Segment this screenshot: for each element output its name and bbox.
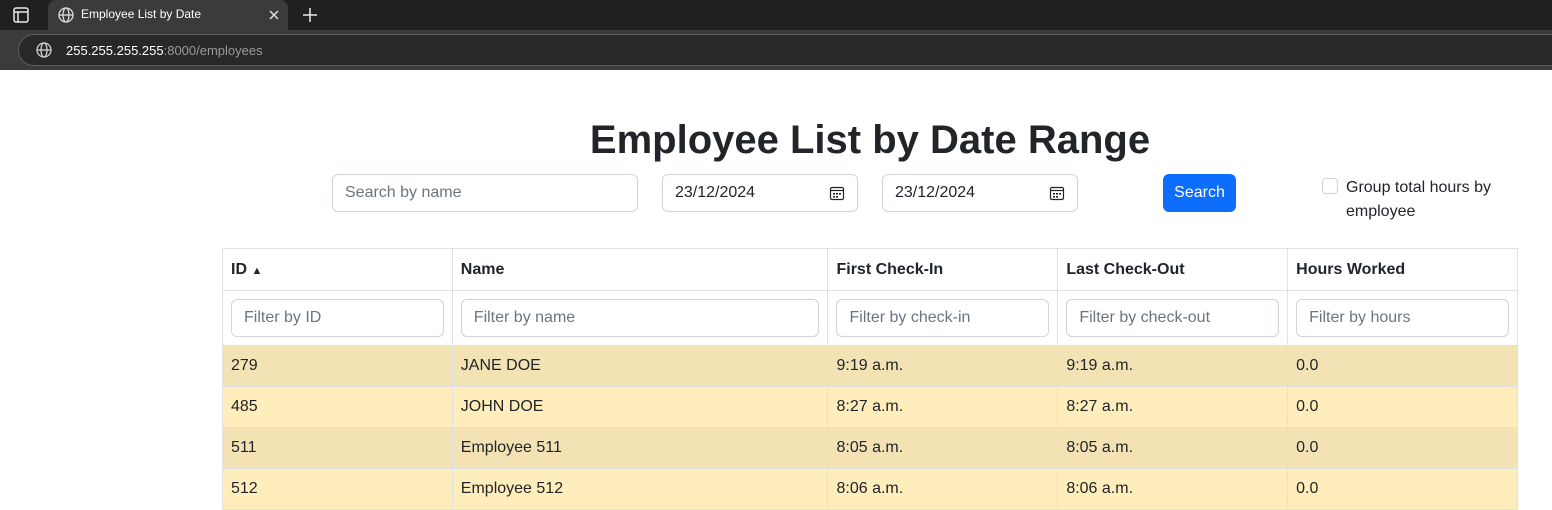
cell-hours: 0.0: [1287, 345, 1518, 387]
calendar-icon[interactable]: [829, 185, 845, 201]
column-header-id[interactable]: ID ▲: [222, 248, 453, 291]
end-date-value: 23/12/2024: [895, 184, 976, 201]
column-header-label: Last Check-Out: [1066, 260, 1185, 278]
column-header-first-check-in[interactable]: First Check-In: [827, 248, 1059, 291]
column-header-label: First Check-In: [836, 260, 944, 278]
tab-strip-icon[interactable]: [12, 6, 30, 24]
filter-cell: [451, 290, 829, 346]
cell-check-in: 8:27 a.m.: [827, 386, 1059, 428]
start-date-value: 23/12/2024: [675, 184, 756, 201]
url-path: :8000/employees: [163, 43, 263, 58]
browser-toolbar: 255.255.255.255:8000/employees: [0, 30, 1552, 70]
column-header-label: Hours Worked: [1296, 260, 1406, 278]
url-host: 255.255.255.255: [66, 43, 164, 58]
cell-name: JANE DOE: [451, 345, 829, 387]
column-header-label: Name: [460, 260, 505, 278]
table-row[interactable]: 512 Employee 512 8:06 a.m. 8:06 a.m. 0.0: [222, 468, 1518, 510]
table-row[interactable]: 279 JANE DOE 9:19 a.m. 9:19 a.m. 0.0: [222, 345, 1518, 387]
cell-hours: 0.0: [1287, 427, 1518, 469]
cell-check-out: 8:06 a.m.: [1057, 468, 1289, 510]
filter-id-input[interactable]: [231, 299, 444, 337]
browser-tab-bar: Employee List by Date: [0, 0, 1552, 30]
column-header-hours-worked[interactable]: Hours Worked: [1287, 248, 1518, 291]
filter-name-input[interactable]: [460, 299, 820, 337]
filter-cell: [1287, 290, 1518, 346]
address-bar[interactable]: 255.255.255.255:8000/employees: [18, 34, 1552, 66]
filter-cell: [1057, 290, 1289, 346]
cell-hours: 0.0: [1287, 468, 1518, 510]
cell-name: Employee 512: [451, 468, 829, 510]
close-icon[interactable]: [265, 6, 283, 24]
sort-ascending-icon: ▲: [251, 264, 263, 277]
end-date-input[interactable]: 23/12/2024: [882, 174, 1078, 212]
tab-title: Employee List by Date: [81, 7, 202, 21]
plus-icon[interactable]: [298, 3, 322, 27]
cell-check-in: 8:06 a.m.: [827, 468, 1059, 510]
site-info-icon[interactable]: [35, 41, 53, 59]
cell-id: 485: [222, 386, 453, 428]
globe-icon: [57, 6, 75, 24]
filter-check-in-input[interactable]: [836, 299, 1050, 337]
table-filter-row: [222, 290, 1518, 346]
url-text: 255.255.255.255:8000/employees: [66, 43, 263, 58]
search-name-input[interactable]: [332, 174, 638, 212]
cell-check-out: 9:19 a.m.: [1057, 345, 1289, 387]
group-hours-checkbox[interactable]: [1322, 178, 1338, 194]
group-hours-label: Group total hours by employee: [1346, 179, 1491, 220]
browser-tab-active[interactable]: Employee List by Date: [48, 0, 288, 30]
cell-check-out: 8:27 a.m.: [1057, 386, 1289, 428]
filter-check-out-input[interactable]: [1066, 299, 1280, 337]
filter-hours-input[interactable]: [1296, 299, 1509, 337]
employee-table: ID ▲ Name First Check-In Last Check-Out …: [222, 248, 1518, 510]
cell-name: JOHN DOE: [451, 386, 829, 428]
filter-cell: [827, 290, 1059, 346]
cell-name: Employee 511: [451, 427, 829, 469]
table-row[interactable]: 511 Employee 511 8:05 a.m. 8:05 a.m. 0.0: [222, 427, 1518, 469]
page-title: Employee List by Date Range: [589, 118, 1151, 162]
search-button[interactable]: Search: [1163, 174, 1236, 212]
cell-check-in: 9:19 a.m.: [827, 345, 1059, 387]
filter-cell: [222, 290, 453, 346]
table-row[interactable]: 485 JOHN DOE 8:27 a.m. 8:27 a.m. 0.0: [222, 386, 1518, 428]
cell-check-in: 8:05 a.m.: [827, 427, 1059, 469]
start-date-input[interactable]: 23/12/2024: [662, 174, 858, 212]
cell-id: 279: [222, 345, 453, 387]
column-header-label: ID: [231, 260, 247, 278]
cell-hours: 0.0: [1287, 386, 1518, 428]
column-header-name[interactable]: Name: [451, 248, 829, 291]
cell-check-out: 8:05 a.m.: [1057, 427, 1289, 469]
calendar-icon[interactable]: [1049, 185, 1065, 201]
column-header-last-check-out[interactable]: Last Check-Out: [1057, 248, 1289, 291]
cell-id: 511: [222, 427, 453, 469]
table-header-row: ID ▲ Name First Check-In Last Check-Out …: [222, 248, 1518, 291]
cell-id: 512: [222, 468, 453, 510]
